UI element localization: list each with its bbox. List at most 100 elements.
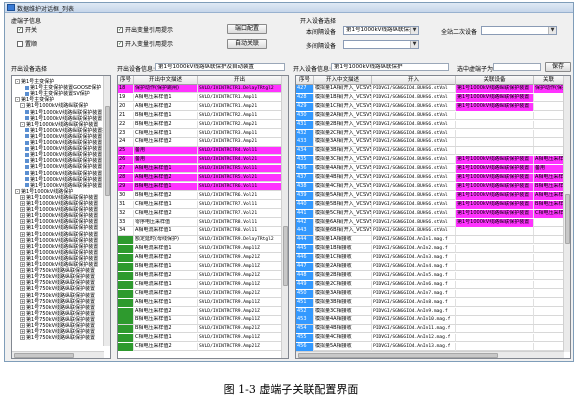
out-grid-row[interactable]: C相电压采样值2 SVLD/IVINTRCTR9.Amp21Z	[118, 343, 282, 352]
tree-node[interactable]: + 第1号1000kV线路纵联保护装置	[20, 237, 98, 244]
collapse-icon[interactable]: -	[15, 97, 20, 103]
column-header[interactable]: 关联设备	[456, 76, 534, 85]
in-grid-row[interactable]: 454 模拟量4B相接收 PIDVGI/SGNGGIO4.AnIn11.mag.f	[296, 325, 564, 334]
save-button[interactable]: 保存	[545, 62, 571, 72]
checkbox-checked[interactable]: ✓	[117, 40, 123, 47]
tree-vertical-scrollbar[interactable]	[103, 76, 110, 346]
in-grid-row[interactable]: 448 模拟量2B相接收 PIDVGI/SGNGGIO4.AnIn5.mag.f	[296, 271, 564, 281]
out-grid-row[interactable]: 19 A相电压采样值1 SVLD/IVINTRCTR1.Amp11	[118, 93, 282, 103]
tree-node[interactable]: 第1号1000kV线路纵联保护装置	[25, 134, 102, 140]
tree-node[interactable]: 第1号1000kV线路纵联保护装置	[25, 116, 102, 122]
out-grid-row[interactable]: 30 B相电压采样值2 SVLD/IVINTRCTR6.Vol21	[118, 191, 282, 200]
open-ref-checkbox[interactable]: ✓ 开出变量引用提示	[117, 25, 173, 34]
tree-node[interactable]: 第1号1000kV线路纵联保护装置	[25, 183, 102, 189]
scroll-thumb[interactable]	[283, 226, 288, 286]
tree-node[interactable]: 第1号1000kV线路纵联保护装置	[25, 164, 102, 170]
out-grid-row[interactable]: C相电压采样值1 SVLD/IVINTRCTR9.Amp11Z	[118, 334, 282, 343]
show-checkbox[interactable]: ✓ 开关	[17, 25, 37, 34]
chevron-down-icon[interactable]: ▼	[410, 27, 418, 34]
column-header[interactable]: 开出	[198, 76, 282, 85]
in-grid-row[interactable]: 441 模拟量5C相(开入_VCSVS) PIDVGI/SGNGGIO4.BUHS6…	[296, 209, 564, 218]
out-grid-row[interactable]: C相电流采样值1 SVLD/IVINTRCTR9.Amp11Z	[118, 280, 282, 289]
in-grid-row[interactable]: 450 模拟量3A相接收 PIDVGI/SGNGGIO4.AnIn7.mag.f	[296, 289, 564, 298]
in-grid-row[interactable]: 442 模拟量6A相(开入_VCSVS) PIDVGI/SGNGGIO4.BUHS6…	[296, 218, 564, 227]
in-grid-row[interactable]: 433 模拟量3A相(开入_VCSVS) PIDVGI/SGNGGIO4.BUHS6…	[296, 138, 564, 147]
checkbox-checked[interactable]: ✓	[17, 26, 23, 33]
in-grid-row[interactable]: 453 模拟量4A相接收 PIDVGI/SGNGGIO4.AnIn10.mag.f	[296, 316, 564, 325]
in-grid-row[interactable]: 444 模拟量1A相接收 PIDVGI/SGNGGIO4.AnIn1.mag.f	[296, 236, 564, 245]
in-grid-row[interactable]: 439 模拟量5A相(开入_VCSVS) PIDVGI/SGNGGIO4.BUHS6…	[296, 191, 564, 200]
in-grid-row[interactable]: 452 模拟量3C相接收 PIDVGI/SGNGGIO4.AnIn9.mag.f	[296, 307, 564, 316]
device-tree[interactable]: - 第1号主变保护 第1号主变保护装置GOOSE保护 第1号主变保护装置SV保护 - 第1…	[11, 75, 111, 359]
out-grid-row[interactable]: A相电流采样值1 SVLD/IVINTRCTR9.Amp11Z	[118, 245, 282, 254]
expand-icon[interactable]: +	[20, 335, 25, 341]
chevron-down-icon[interactable]: ▼	[410, 41, 418, 48]
out-grid-row[interactable]: 34 A相电流采样值1 SVLD/IVINTRCTR8.Vol11	[118, 227, 282, 236]
expand-icon[interactable]: +	[20, 249, 25, 255]
chevron-down-icon[interactable]: ▼	[548, 27, 556, 34]
column-header[interactable]: 开入中文描述	[314, 76, 372, 85]
out-grid-row[interactable]: 额定延时(母线保护) SVLD/IVINTRCTR9.DelayTRtgl2	[118, 236, 282, 245]
expand-icon[interactable]: +	[20, 262, 25, 267]
in-grid-row[interactable]: 431 模拟量2B相(开入_VCSVS) PIDVGI/SGNGGIO4.BUHS6…	[296, 120, 564, 129]
in-grid-row[interactable]: 436 模拟量4A相(开入_VCSVS) PIDVGI/SGNGGIO4.BUHS6…	[296, 165, 564, 174]
out-grid-row[interactable]: B相电流采样值2 SVLD/IVINTRCTR9.Amp21Z	[118, 271, 282, 281]
in-grid-horizontal-scrollbar[interactable]	[296, 351, 564, 358]
expand-icon[interactable]: +	[20, 280, 25, 286]
out-grid-row[interactable]: B相电流采样值1 SVLD/IVINTRCTR9.Amp11Z	[118, 263, 282, 272]
in-grid-row[interactable]: 447 模拟量2A相接收 PIDVGI/SGNGGIO4.AnIn4.mag.f	[296, 263, 564, 272]
tree-node[interactable]: + 第1号750kV线路纵联保护装置	[20, 298, 95, 305]
expand-icon[interactable]: +	[20, 243, 25, 249]
in-ref-checkbox[interactable]: ✓ 开入变量引用提示	[117, 39, 173, 48]
tree-node[interactable]: + 第1号1000kV线路纵联保护装置	[20, 194, 98, 201]
expand-icon[interactable]: +	[20, 237, 25, 243]
checkbox-checked[interactable]: ✓	[117, 26, 123, 33]
tree-node[interactable]: + 第1号750kV线路纵联保护装置	[20, 310, 95, 317]
scroll-thumb[interactable]	[298, 353, 498, 358]
out-grid-row[interactable]: 18 保护动作(保护跳闸) SVLD/IVINTRCTR1.DelayTRtgl2	[118, 85, 282, 94]
in-grid-row[interactable]: 445 模拟量1B相接收 PIDVGI/SGNGGIO4.AnIn2.mag.f	[296, 245, 564, 254]
scroll-thumb[interactable]	[105, 106, 110, 196]
expand-icon[interactable]: +	[20, 304, 25, 310]
out-grid-row[interactable]: 26 备用 SVLD/IVINTRCTR4.Vol21	[118, 156, 282, 165]
out-grid-row[interactable]: 22 B相电压采样值2 SVLD/IVINTRCTR2.Amp21	[118, 120, 282, 129]
expand-icon[interactable]: +	[20, 323, 25, 328]
out-grid-vertical-scrollbar[interactable]	[281, 76, 288, 358]
column-header[interactable]: 序号	[118, 76, 134, 85]
out-grid-row[interactable]: B相电压采样值1 SVLD/IVINTRCTR9.Amp11Z	[118, 316, 282, 325]
out-grid-row[interactable]: A相电压采样值2 SVLD/IVINTRCTR9.Amp21Z	[118, 307, 282, 316]
in-grid-row[interactable]: 434 模拟量3B相(开入_VCSVS) PIDVGI/SGNGGIO4.BUHS6…	[296, 147, 564, 156]
expand-icon[interactable]: +	[20, 274, 25, 280]
tree-node[interactable]: + 第1号1000kV线路纵联保护装置	[20, 243, 98, 250]
in-grid-row[interactable]: 438 模拟量4C相(开入_VCSVS) PIDVGI/SGNGGIO4.BUHS6…	[296, 182, 564, 192]
sort-checkbox[interactable]: 置顺	[17, 39, 37, 48]
tree-node[interactable]: + 第1号1000kV线路纵联保护装置	[20, 255, 98, 262]
out-terminal-grid[interactable]: 序号 开出中文描述 开出 18 保护动作(保护跳闸) SVLD/IVINTRCTR1…	[117, 75, 289, 359]
collapse-icon[interactable]: -	[15, 79, 20, 84]
expand-icon[interactable]: +	[20, 207, 25, 213]
tree-node[interactable]: + 第1号1000kV线路纵联保护装置	[20, 249, 98, 256]
tree-node[interactable]: + 第1号750kV线路纵联保护装置	[20, 316, 95, 323]
expand-icon[interactable]: +	[20, 316, 25, 322]
tree-node[interactable]: + 第1号1000kV线路纵联保护装置	[20, 225, 98, 231]
out-grid-row[interactable]: 20 A相电压采样值2 SVLD/IVINTRCTR1.Amp21	[118, 102, 282, 111]
tree-node[interactable]: + 第1号750kV线路纵联保护装置	[20, 286, 95, 292]
out-grid-row[interactable]: A相电流采样值2 SVLD/IVINTRCTR9.Amp21Z	[118, 254, 282, 263]
out-grid-row[interactable]: 33 零序电压采样值 SVLD/IVINTRCTR8.Vol11	[118, 218, 282, 227]
expand-icon[interactable]: +	[20, 213, 25, 219]
tree-node[interactable]: + 第1号1000kV线路纵联保护装置	[20, 231, 98, 238]
all-secondary-select[interactable]: ▼	[481, 26, 557, 35]
in-grid-row[interactable]: 446 模拟量1C相接收 PIDVGI/SGNGGIO4.AnIn3.mag.f	[296, 254, 564, 263]
in-terminal-grid[interactable]: 序号 开入中文描述 开入 关联设备 关联 427 模拟量1A相(开入_VCSVS)…	[295, 75, 571, 359]
out-grid-row[interactable]: 25 备用 SVLD/IVINTRCTR4.Vol11	[118, 147, 282, 156]
expand-icon[interactable]: +	[20, 231, 25, 237]
collapse-icon[interactable]: -	[20, 103, 25, 109]
expand-icon[interactable]: +	[20, 194, 25, 200]
tree-node[interactable]: 第1号1000kV线路纵联保护装置	[25, 110, 102, 116]
out-grid-row[interactable]: A相电压采样值1 SVLD/IVINTRCTR9.Amp11Z	[118, 298, 282, 307]
tree-node[interactable]: 第1号1000kV线路纵联保护装置	[25, 171, 102, 177]
out-grid-row[interactable]: 27 A相电压采样值1 SVLD/IVINTRCTR5.Vol11	[118, 165, 282, 174]
in-grid-row[interactable]: 427 模拟量1A相(开入_VCSVS) PIDVGI/SGNGGIO4.BUHS6…	[296, 85, 564, 94]
expand-icon[interactable]: +	[20, 298, 25, 304]
column-header[interactable]: 序号	[296, 76, 314, 85]
